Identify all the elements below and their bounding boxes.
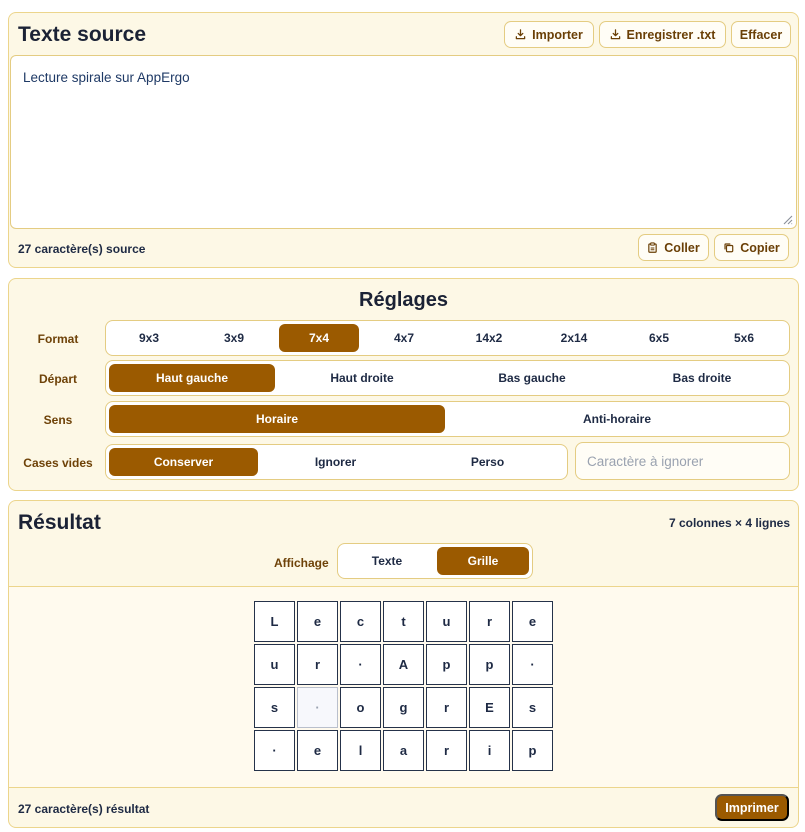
copy-button[interactable]: Copier bbox=[714, 234, 789, 261]
result-grid: Le c t u r e u r · Ap p · s · o g r Es · e l a r i p bbox=[254, 601, 553, 771]
download-icon bbox=[515, 29, 526, 40]
format-option[interactable]: 2x14 bbox=[534, 324, 614, 352]
empty-cells-selector: Conserver Ignorer Perso bbox=[105, 444, 568, 480]
grid-cell: E bbox=[469, 687, 510, 728]
empty-cells-option[interactable]: Conserver bbox=[109, 448, 258, 476]
source-textarea[interactable]: Lecture spirale sur AppErgo bbox=[10, 55, 797, 229]
source-text: Lecture spirale sur AppErgo bbox=[23, 70, 190, 85]
grid-cell: A bbox=[383, 644, 424, 685]
grid-cell: e bbox=[512, 601, 553, 642]
grid-cell: t bbox=[383, 601, 424, 642]
grid-cell: · bbox=[340, 644, 381, 685]
empty-cells-option[interactable]: Ignorer bbox=[261, 448, 410, 476]
import-button[interactable]: Importer bbox=[504, 21, 594, 48]
direction-label: Sens bbox=[43, 413, 73, 427]
empty-cells-label: Cases vides bbox=[23, 456, 93, 470]
start-option[interactable]: Haut droite bbox=[279, 364, 445, 392]
format-selector: 9x3 3x9 7x4 4x7 14x2 2x14 6x5 5x6 bbox=[105, 320, 790, 356]
resize-handle-icon[interactable] bbox=[781, 213, 793, 225]
grid-cell: p bbox=[512, 730, 553, 771]
grid-cell: l bbox=[340, 730, 381, 771]
start-option[interactable]: Bas droite bbox=[619, 364, 785, 392]
paste-label: Coller bbox=[664, 240, 700, 255]
format-label: Format bbox=[37, 332, 79, 346]
grid-cell: r bbox=[426, 687, 467, 728]
display-option-text[interactable]: Texte bbox=[341, 547, 433, 575]
result-title: Résultat bbox=[18, 511, 101, 534]
grid-cell: p bbox=[426, 644, 467, 685]
format-option[interactable]: 7x4 bbox=[279, 324, 359, 352]
print-button[interactable]: Imprimer bbox=[715, 794, 789, 821]
print-label: Imprimer bbox=[725, 800, 779, 815]
result-body: Le c t u r e u r · Ap p · s · o g r Es · e l a r i p bbox=[9, 586, 798, 788]
copy-label: Copier bbox=[740, 240, 780, 255]
save-txt-button[interactable]: Enregistrer .txt bbox=[599, 21, 726, 48]
direction-selector: Horaire Anti-horaire bbox=[105, 401, 790, 437]
grid-cell: r bbox=[297, 644, 338, 685]
grid-dimensions: 7 colonnes × 4 lignes bbox=[668, 516, 790, 530]
display-label: Affichage bbox=[274, 556, 329, 570]
copy-icon bbox=[724, 243, 734, 253]
format-option[interactable]: 9x3 bbox=[109, 324, 189, 352]
source-title: Texte source bbox=[18, 23, 146, 46]
clear-button[interactable]: Effacer bbox=[731, 21, 791, 48]
ignore-char-input[interactable]: Caractère à ignorer bbox=[575, 442, 790, 480]
grid-cell: r bbox=[469, 601, 510, 642]
grid-cell: · bbox=[297, 687, 338, 728]
grid-cell: r bbox=[426, 730, 467, 771]
source-panel: Texte source Importer Enregistrer .txt E… bbox=[8, 12, 799, 268]
grid-cell: · bbox=[254, 730, 295, 771]
format-option[interactable]: 4x7 bbox=[364, 324, 444, 352]
grid-cell: e bbox=[297, 601, 338, 642]
settings-title: Réglages bbox=[359, 289, 448, 311]
direction-option[interactable]: Anti-horaire bbox=[449, 405, 785, 433]
format-option[interactable]: 3x9 bbox=[194, 324, 274, 352]
download-icon bbox=[610, 29, 620, 40]
settings-panel: Réglages Format 9x3 3x9 7x4 4x7 14x2 2x1… bbox=[8, 278, 799, 491]
save-txt-label: Enregistrer .txt bbox=[626, 27, 716, 42]
import-label: Importer bbox=[532, 27, 583, 42]
clipboard-icon bbox=[648, 242, 658, 253]
ignore-char-placeholder: Caractère à ignorer bbox=[587, 453, 704, 469]
source-header: Texte source Importer Enregistrer .txt E… bbox=[9, 13, 798, 55]
result-header: Résultat 7 colonnes × 4 lignes Affichage… bbox=[9, 501, 798, 586]
display-mode-selector: Texte Grille bbox=[337, 543, 533, 579]
grid-cell: p bbox=[469, 644, 510, 685]
source-char-count: 27 caractère(s) source bbox=[18, 242, 146, 256]
grid-cell: a bbox=[383, 730, 424, 771]
grid-cell: e bbox=[297, 730, 338, 771]
direction-option[interactable]: Horaire bbox=[109, 405, 445, 433]
grid-cell: · bbox=[512, 644, 553, 685]
grid-cell: s bbox=[254, 687, 295, 728]
display-option-grid[interactable]: Grille bbox=[437, 547, 529, 575]
grid-cell: o bbox=[340, 687, 381, 728]
grid-cell: u bbox=[254, 644, 295, 685]
clear-label: Effacer bbox=[739, 27, 783, 42]
start-label: Départ bbox=[38, 372, 77, 386]
grid-cell: c bbox=[340, 601, 381, 642]
format-option[interactable]: 5x6 bbox=[704, 324, 784, 352]
format-option[interactable]: 14x2 bbox=[449, 324, 529, 352]
start-selector: Haut gauche Haut droite Bas gauche Bas d… bbox=[105, 360, 790, 396]
result-panel: Résultat 7 colonnes × 4 lignes Affichage… bbox=[8, 500, 799, 828]
paste-button[interactable]: Coller bbox=[638, 234, 709, 261]
empty-cells-option[interactable]: Perso bbox=[413, 448, 562, 476]
format-option[interactable]: 6x5 bbox=[619, 324, 699, 352]
grid-cell: L bbox=[254, 601, 295, 642]
start-option[interactable]: Haut gauche bbox=[109, 364, 275, 392]
start-option[interactable]: Bas gauche bbox=[449, 364, 615, 392]
grid-cell: i bbox=[469, 730, 510, 771]
result-char-count: 27 caractère(s) résultat bbox=[18, 802, 150, 816]
grid-cell: u bbox=[426, 601, 467, 642]
grid-cell: g bbox=[383, 687, 424, 728]
grid-cell: s bbox=[512, 687, 553, 728]
